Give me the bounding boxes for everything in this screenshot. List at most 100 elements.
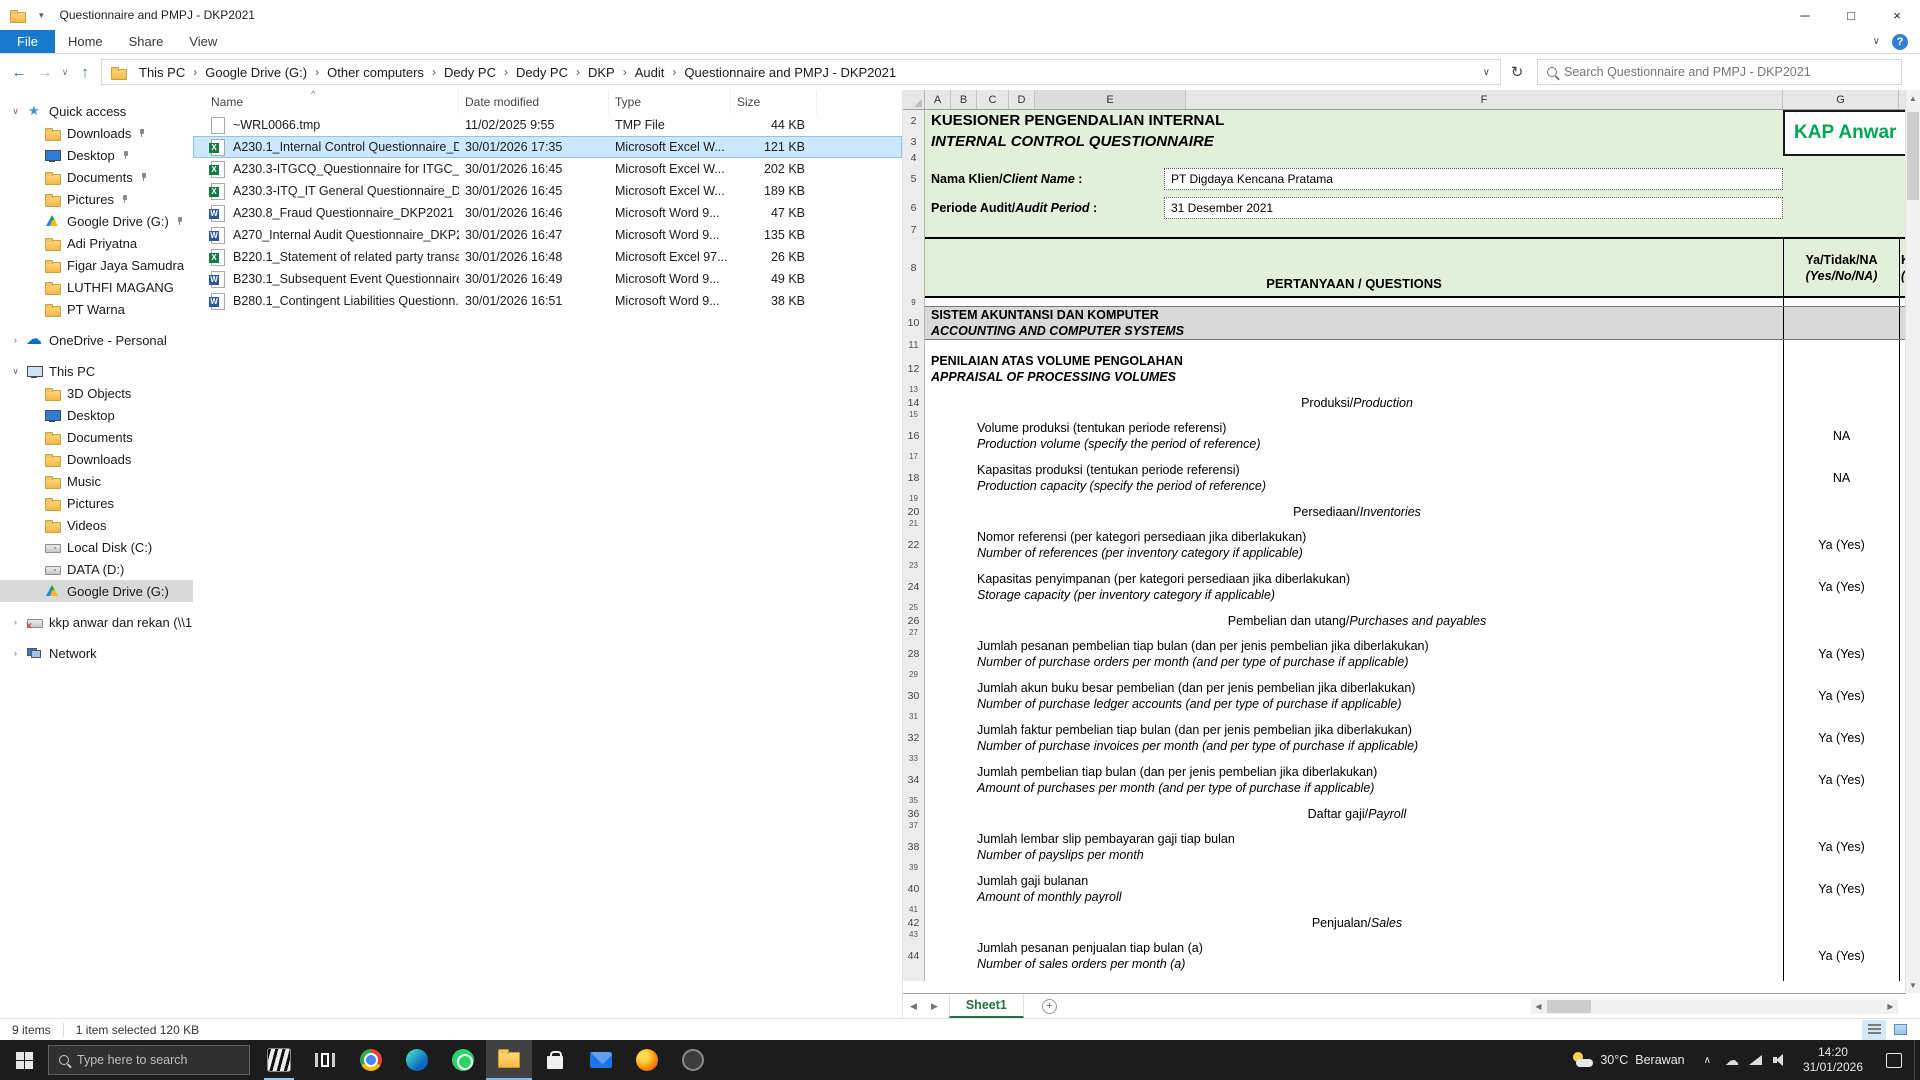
sidebar-item-downloads[interactable]: Downloads [0,122,193,144]
vertical-scrollbar[interactable]: ▲ ▼ [1905,90,1920,993]
sidebar-item-data-d[interactable]: DATA (D:) [0,558,193,580]
breadcrumb-chevron-icon[interactable]: › [502,65,510,79]
sidebar-item-network[interactable]: › Network [0,642,193,664]
sidebar-item-google-drive-pinned[interactable]: Google Drive (G:) [0,210,193,232]
file-row[interactable]: A270_Internal Audit Questionnaire_DKP2..… [193,224,902,246]
weather-widget[interactable]: 30°C Berawan [1561,1051,1694,1069]
breadcrumb-item[interactable]: Other computers › [321,60,438,84]
sidebar-item-pc-desktop[interactable]: Desktop [0,404,193,426]
file-explorer-icon[interactable] [486,1040,532,1080]
thumbnails-view-button[interactable] [1888,1020,1912,1040]
file-row[interactable]: B220.1_Statement of related party transa… [193,246,902,268]
network-icon[interactable] [1744,1040,1768,1080]
ribbon-tab[interactable]: Share [116,30,177,53]
start-button[interactable] [0,1040,48,1080]
breadcrumb-item[interactable]: This PC › [133,60,199,84]
chrome-icon[interactable] [348,1040,394,1080]
sidebar-item-luthfi-magang[interactable]: LUTHFI MAGANG [0,276,193,298]
column-header-date-modified[interactable]: Date modified [459,90,609,114]
file-row[interactable]: B280.1_Contingent Liabilities Questionn.… [193,290,902,312]
hidden-icons-chevron-icon[interactable]: ∧ [1695,1055,1720,1066]
taskbar-clock[interactable]: 14:20 31/01/2026 [1792,1045,1874,1075]
search-input[interactable] [1564,65,1892,79]
tree-chevron-icon[interactable]: ∨ [9,366,22,377]
sidebar-item-desktop[interactable]: Desktop [0,144,193,166]
whatsapp-icon[interactable] [440,1040,486,1080]
file-row[interactable]: B230.1_Subsequent Event Questionnaire_..… [193,268,902,290]
store-icon[interactable] [532,1040,578,1080]
sidebar-item-pc-downloads[interactable]: Downloads [0,448,193,470]
breadcrumb-item[interactable]: DKP › [582,60,629,84]
sidebar-item-documents[interactable]: Documents [0,166,193,188]
back-button[interactable]: ← [6,59,32,85]
close-button[interactable]: × [1874,0,1920,30]
breadcrumb-chevron-icon[interactable]: › [191,65,199,79]
forward-button[interactable]: → [32,59,58,85]
details-view-button[interactable] [1862,1020,1886,1040]
sidebar-item-adi-priyatna[interactable]: Adi Priyatna [0,232,193,254]
sheet-prev-icon[interactable]: ◀ [903,1001,924,1012]
ribbon-tab[interactable]: Home [55,30,116,53]
breadcrumb-chevron-icon[interactable]: › [430,65,438,79]
action-center-button[interactable] [1874,1040,1914,1080]
tree-chevron-icon[interactable]: › [9,335,22,345]
onedrive-tray-icon[interactable]: ☁ [1720,1040,1744,1080]
sidebar-item-onedrive[interactable]: › OneDrive - Personal [0,329,193,351]
breadcrumb-chevron-icon[interactable]: › [313,65,321,79]
scroll-right-icon[interactable]: ▶ [1883,1002,1898,1011]
sidebar-item-pc-pictures[interactable]: Pictures [0,492,193,514]
mail-app-icon[interactable] [578,1040,624,1080]
sidebar-item-pc-documents[interactable]: Documents [0,426,193,448]
sidebar-item-music[interactable]: Music [0,470,193,492]
add-sheet-icon[interactable]: + [1042,999,1057,1014]
firefox-icon[interactable] [624,1040,670,1080]
breadcrumb-chevron-icon[interactable]: › [574,65,582,79]
refresh-icon[interactable]: ↻ [1504,59,1530,85]
volume-icon[interactable] [1768,1040,1792,1080]
sidebar-item-network-drive[interactable]: › kkp anwar dan rekan (\\1 [0,611,193,633]
breadcrumb-item[interactable]: Dedy PC › [510,60,582,84]
breadcrumb-item[interactable]: Audit › [629,60,679,84]
sheet-tab-sheet1[interactable]: Sheet1 [949,994,1024,1018]
horizontal-scrollbar[interactable]: ◀ ▶ [1531,999,1898,1014]
taskbar-search-input[interactable] [77,1053,239,1067]
column-header-size[interactable]: Size [731,90,817,114]
sidebar-item-google-drive-g[interactable]: Google Drive (G:) [0,580,193,602]
file-row[interactable]: A230.8_Fraud Questionnaire_DKP2021 30/01… [193,202,902,224]
sidebar-item-quick-access[interactable]: ∨ Quick access [0,100,193,122]
file-row[interactable]: ~WRL0066.tmp 11/02/2025 9:55 TMP File 44… [193,114,902,136]
task-view-icon[interactable] [302,1040,348,1080]
address-field[interactable]: This PC › Google Drive (G:) › Other comp… [101,59,1501,85]
breadcrumb-item[interactable]: Dedy PC › [438,60,510,84]
tab-file[interactable]: File [0,30,55,53]
tree-chevron-icon[interactable]: › [9,617,22,627]
breadcrumb-chevron-icon[interactable]: › [670,65,678,79]
file-row[interactable]: A230.3-ITQ_IT General Questionnaire_DK..… [193,180,902,202]
sidebar-item-pt-warna[interactable]: PT Warna [0,298,193,320]
sidebar-item-local-disk-c[interactable]: Local Disk (C:) [0,536,193,558]
breadcrumb-item[interactable]: Questionnaire and PMPJ - DKP2021 › [678,60,902,84]
breadcrumb-chevron-icon[interactable]: › [621,65,629,79]
tree-chevron-icon[interactable]: ∨ [9,106,22,117]
app-icon[interactable] [670,1040,716,1080]
address-dropdown-icon[interactable]: ∨ [1473,67,1500,78]
help-icon[interactable]: ? [1892,34,1908,50]
window-icon[interactable] [9,7,25,23]
column-header-type[interactable]: Type [609,90,731,114]
scroll-up-icon[interactable]: ▲ [1906,90,1920,106]
scroll-left-icon[interactable]: ◀ [1531,1002,1546,1011]
minimize-button[interactable]: ─ [1782,0,1828,30]
show-desktop-button[interactable] [1914,1040,1920,1080]
photos-app-icon[interactable] [256,1040,302,1080]
ribbon-tab[interactable]: View [176,30,230,53]
file-row[interactable]: A230.3-ITGCQ_Questionnaire for ITGC_DK..… [193,158,902,180]
up-button[interactable]: ↑ [72,59,98,85]
scroll-down-icon[interactable]: ▼ [1906,977,1920,993]
expand-ribbon-icon[interactable]: ∨ [1873,36,1880,47]
edge-icon[interactable] [394,1040,440,1080]
vscroll-thumb[interactable] [1907,112,1919,200]
sidebar-item-figar-jaya-samudra[interactable]: Figar Jaya Samudra [0,254,193,276]
breadcrumb-item[interactable]: Google Drive (G:) › [199,60,321,84]
sidebar-item-pictures[interactable]: Pictures [0,188,193,210]
file-row[interactable]: A230.1_Internal Control Questionnaire_D.… [193,136,902,158]
